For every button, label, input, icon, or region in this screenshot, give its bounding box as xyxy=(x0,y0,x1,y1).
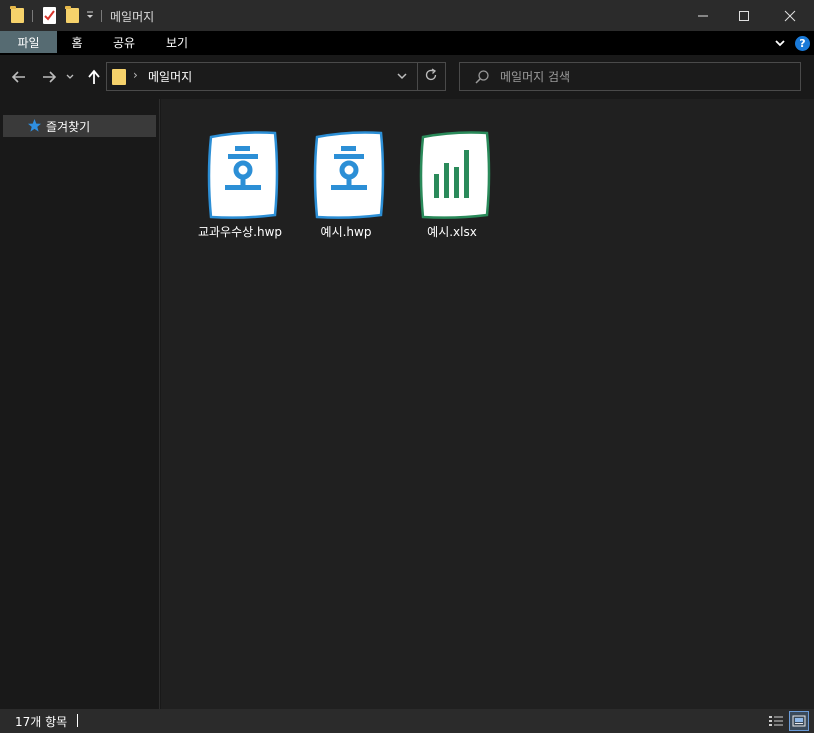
xlsx-file-icon xyxy=(417,129,493,219)
item-count: 17개 항목 xyxy=(15,715,68,729)
address-dropdown-icon[interactable] xyxy=(395,69,409,83)
breadcrumb-current-folder[interactable]: 메일머지 xyxy=(148,68,192,85)
divider xyxy=(417,63,418,90)
title-bar: 메일머지 xyxy=(0,0,814,31)
refresh-icon[interactable] xyxy=(423,68,439,84)
close-button[interactable] xyxy=(767,0,813,31)
status-bar: 17개 항목 xyxy=(0,709,814,733)
file-name: 예시.xlsx xyxy=(427,225,477,239)
tab-share[interactable]: 공유 xyxy=(104,31,144,53)
folder-icon xyxy=(112,69,126,85)
sidebar-item-label: 즐겨찾기 xyxy=(46,120,91,134)
file-item[interactable]: 예시.hwp xyxy=(294,127,398,239)
divider xyxy=(101,10,102,22)
up-button[interactable] xyxy=(84,67,104,87)
hwp-file-icon xyxy=(205,129,281,219)
new-folder-icon[interactable] xyxy=(65,6,79,23)
breadcrumb-separator: › xyxy=(133,68,138,82)
file-item[interactable]: 교과우수상.hwp xyxy=(188,127,292,239)
navigation-pane: 즐겨찾기 xyxy=(0,99,160,709)
divider xyxy=(32,10,33,22)
tab-file[interactable]: 파일 xyxy=(0,31,57,53)
tab-view[interactable]: 보기 xyxy=(157,31,197,53)
file-name: 예시.hwp xyxy=(320,225,372,239)
expand-ribbon-icon[interactable] xyxy=(773,36,787,50)
hwp-file-icon xyxy=(311,129,387,219)
search-box[interactable] xyxy=(459,62,801,91)
file-name: 교과우수상.hwp xyxy=(197,225,283,239)
folder-icon xyxy=(10,6,24,23)
ribbon-tabs: 파일 홈 공유 보기 xyxy=(0,31,814,55)
help-button[interactable]: ? xyxy=(795,36,810,51)
navigation-bar: › 메일머지 xyxy=(0,55,814,99)
details-view-button[interactable] xyxy=(766,711,786,731)
search-input[interactable] xyxy=(500,67,790,86)
divider xyxy=(77,714,78,727)
search-icon xyxy=(474,69,490,85)
file-list: 교과우수상.hwp 예시.hwp 예시.xlsx xyxy=(161,99,814,709)
properties-icon[interactable] xyxy=(43,7,56,24)
maximize-button[interactable] xyxy=(721,0,767,31)
window-title: 메일머지 xyxy=(110,10,155,24)
back-button[interactable] xyxy=(9,67,29,87)
file-item[interactable]: 예시.xlsx xyxy=(400,127,504,239)
customize-quick-access-icon[interactable] xyxy=(85,9,95,21)
forward-button[interactable] xyxy=(39,67,59,87)
large-icons-view-button[interactable] xyxy=(789,711,809,731)
recent-locations-button[interactable] xyxy=(63,67,77,87)
minimize-button[interactable] xyxy=(680,0,726,31)
tab-home[interactable]: 홈 xyxy=(60,31,94,53)
star-icon xyxy=(27,118,42,133)
address-bar[interactable]: › 메일머지 xyxy=(106,62,446,91)
sidebar-item-quick-access[interactable]: 즐겨찾기 xyxy=(3,115,156,137)
